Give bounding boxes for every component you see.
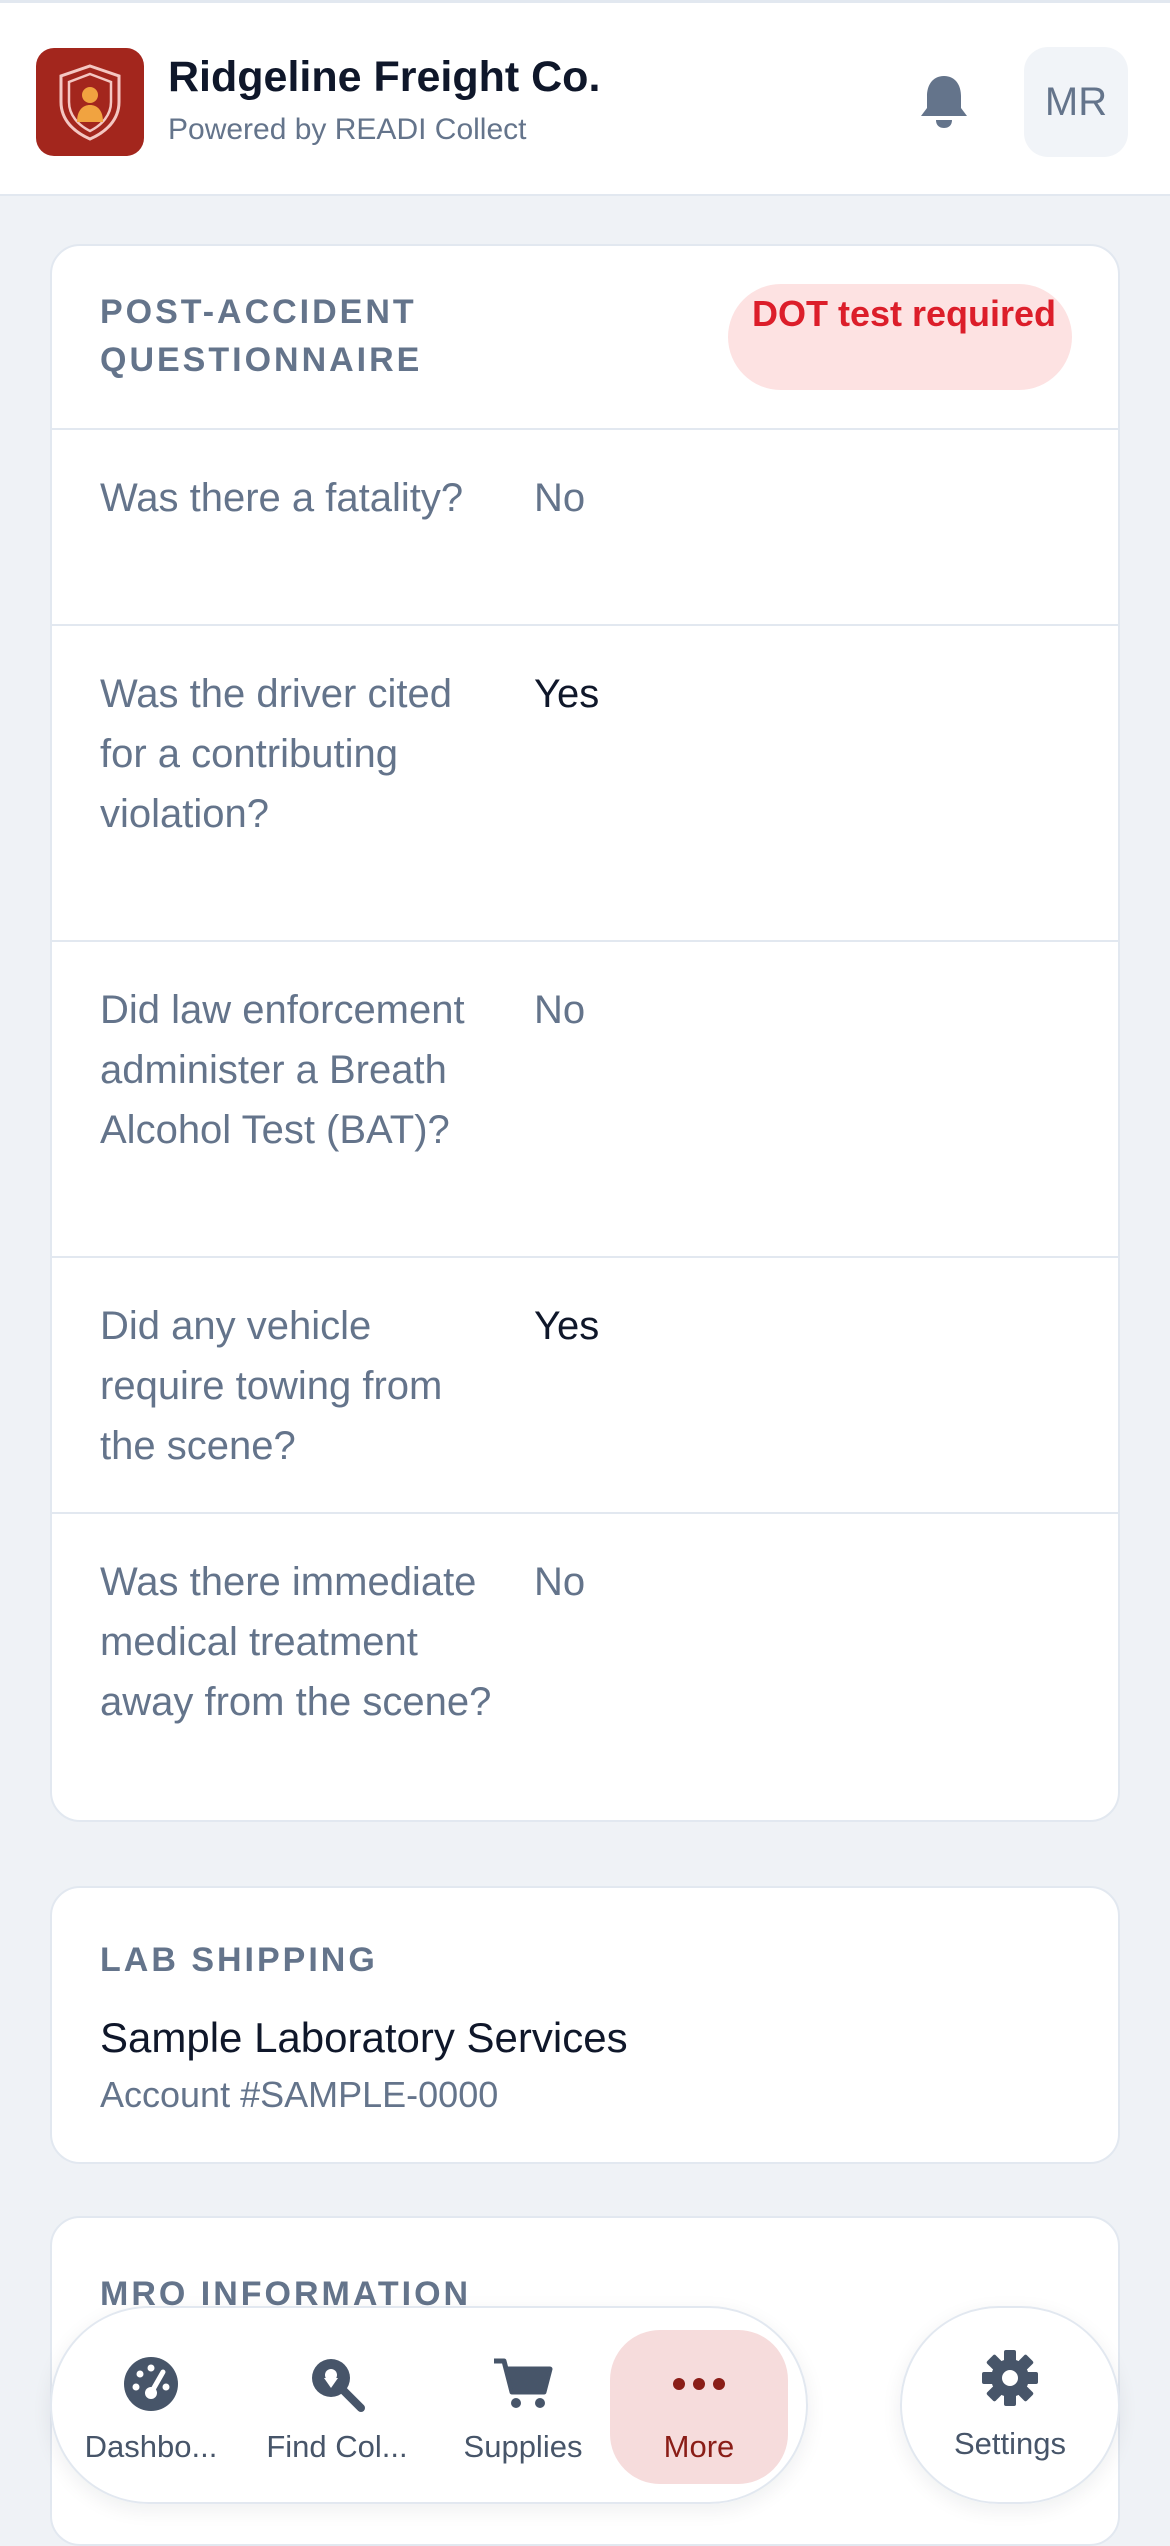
gear-icon bbox=[980, 2348, 1040, 2416]
questionnaire-row: Did any vehicle require towing from the … bbox=[52, 1258, 1118, 1514]
nav-item-find-collector[interactable]: Find Col... bbox=[248, 2330, 426, 2484]
question-text: Was there a fatality? bbox=[100, 476, 464, 520]
lab-shipping-card: LAB SHIPPING Sample Laboratory Services … bbox=[50, 1886, 1120, 2164]
question-text: Was the driver cited for a contributing … bbox=[100, 672, 452, 836]
question-text: Did any vehicle require towing from the … bbox=[100, 1304, 443, 1468]
questionnaire-title: POST-ACCIDENT QUESTIONNAIRE bbox=[100, 293, 423, 379]
post-accident-questionnaire-card: POST-ACCIDENT QUESTIONNAIRE DOT test req… bbox=[50, 244, 1120, 1822]
settings-label: Settings bbox=[953, 2426, 1066, 2461]
nav-item-more[interactable]: More bbox=[610, 2330, 788, 2484]
notifications-bell-icon[interactable] bbox=[912, 69, 976, 133]
nav-item-dashboard[interactable]: Dashbo... bbox=[62, 2330, 240, 2484]
dot-test-required-badge: DOT test required bbox=[728, 284, 1072, 390]
lab-name: Sample Laboratory Services bbox=[100, 2014, 628, 2061]
lab-account-number: Account #SAMPLE-0000 bbox=[100, 2074, 499, 2115]
nav-item-label: Find Col... bbox=[266, 2429, 408, 2464]
questionnaire-row: Was there immediate medical treatment aw… bbox=[52, 1514, 1118, 1820]
more-dots-icon bbox=[672, 2349, 726, 2419]
nav-item-supplies[interactable]: Supplies bbox=[434, 2330, 612, 2484]
answer-value: No bbox=[534, 476, 586, 520]
questionnaire-row: Was there a fatality? No bbox=[52, 430, 1118, 626]
app-header: Ridgeline Freight Co. Powered by READI C… bbox=[0, 0, 1170, 196]
settings-button[interactable]: Settings bbox=[900, 2306, 1120, 2504]
questionnaire-header: POST-ACCIDENT QUESTIONNAIRE DOT test req… bbox=[52, 246, 1118, 430]
answer-value: Yes bbox=[534, 672, 600, 716]
bottom-nav-bar: Dashbo... Find Col... Supplies More bbox=[50, 2306, 808, 2504]
company-logo bbox=[36, 48, 144, 156]
questionnaire-row: Did law enforcement administer a Breath … bbox=[52, 942, 1118, 1258]
lab-shipping-title: LAB SHIPPING bbox=[100, 1941, 378, 1979]
nav-item-label: Supplies bbox=[463, 2429, 583, 2464]
question-text: Did law enforcement administer a Breath … bbox=[100, 988, 465, 1152]
answer-value: Yes bbox=[534, 1304, 600, 1348]
cart-icon bbox=[492, 2349, 554, 2419]
location-search-icon bbox=[307, 2349, 367, 2419]
powered-by-text: Powered by READI Collect bbox=[168, 113, 527, 146]
dashboard-gauge-icon bbox=[122, 2349, 180, 2419]
nav-item-label: Dashbo... bbox=[84, 2429, 218, 2464]
answer-value: No bbox=[534, 988, 586, 1032]
nav-item-label: More bbox=[663, 2429, 735, 2464]
question-text: Was there immediate medical treatment aw… bbox=[100, 1560, 492, 1724]
company-name: Ridgeline Freight Co. bbox=[168, 53, 601, 101]
answer-value: No bbox=[534, 1560, 586, 1604]
user-avatar[interactable]: MR bbox=[1024, 47, 1128, 157]
questionnaire-row: Was the driver cited for a contributing … bbox=[52, 626, 1118, 942]
